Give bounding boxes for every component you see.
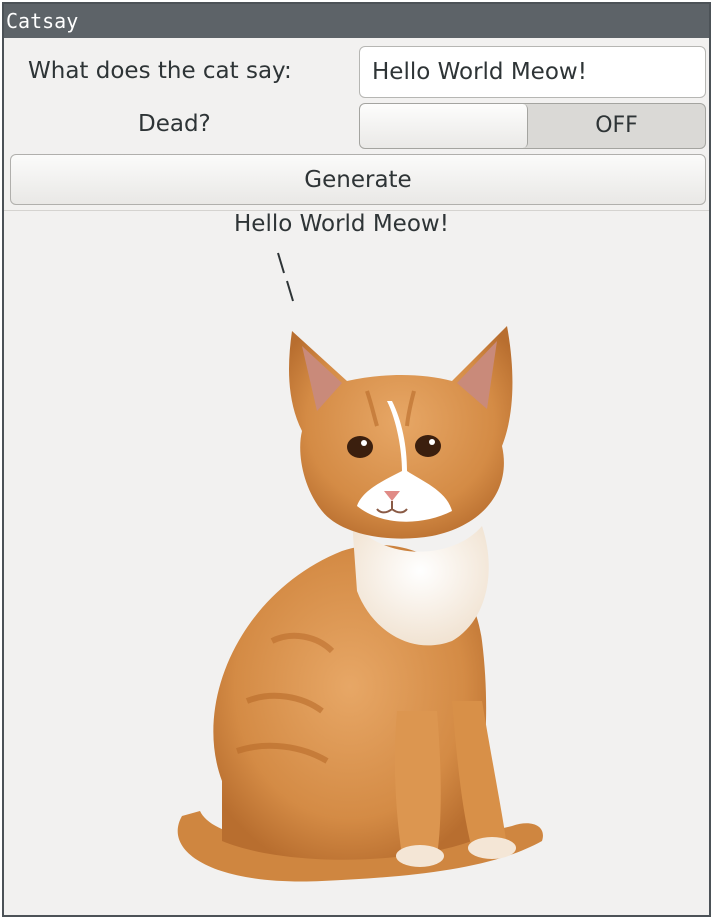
dead-label: Dead? bbox=[138, 111, 211, 137]
input-form: What does the cat say: Dead? OFF Generat… bbox=[4, 38, 709, 211]
window-title: Catsay bbox=[6, 9, 79, 33]
generate-button[interactable]: Generate bbox=[10, 154, 706, 205]
switch-knob[interactable] bbox=[360, 104, 528, 148]
switch-state-label: OFF bbox=[595, 113, 638, 138]
say-label: What does the cat say: bbox=[28, 58, 292, 84]
speech-pointer bbox=[277, 252, 294, 302]
cat-image bbox=[177, 326, 543, 882]
output-area: Hello World Meow! bbox=[4, 211, 709, 915]
window-titlebar[interactable]: Catsay bbox=[4, 4, 709, 38]
speech-text: Hello World Meow! bbox=[234, 211, 449, 237]
say-input[interactable] bbox=[359, 46, 706, 98]
app-window: Catsay What does the cat say: Dead? OFF … bbox=[2, 2, 711, 917]
dead-switch[interactable]: OFF bbox=[359, 103, 706, 149]
